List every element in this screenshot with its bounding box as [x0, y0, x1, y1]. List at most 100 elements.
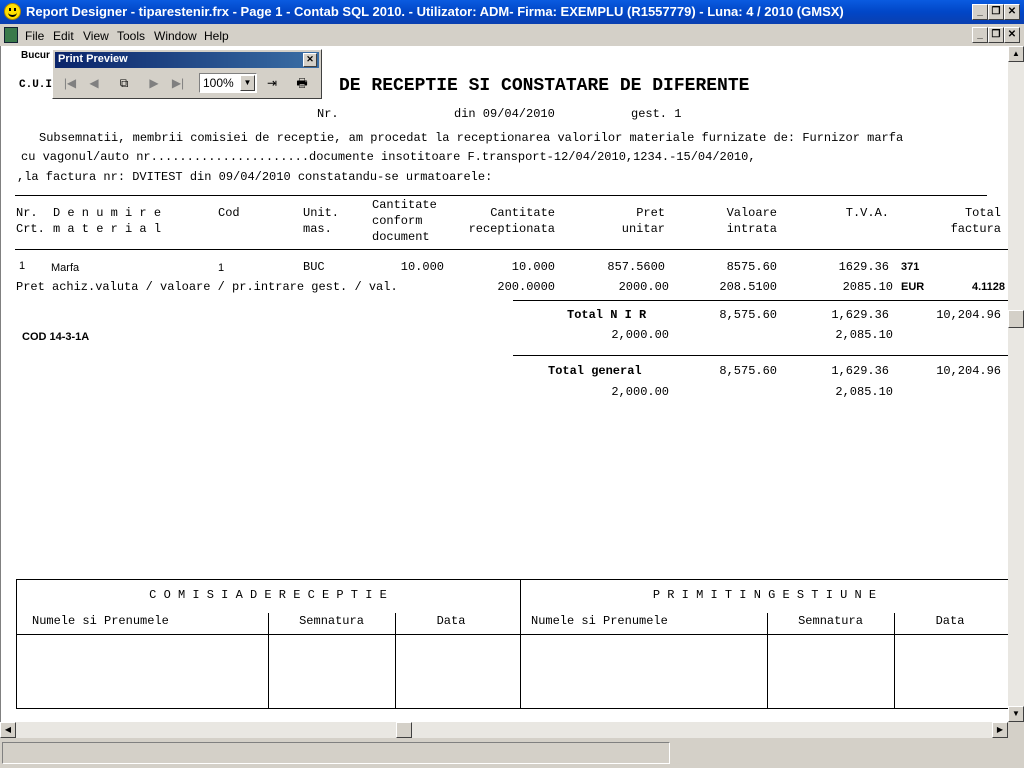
header-crt: Crt. — [16, 222, 45, 236]
total-general-sub1: 2,000.00 — [611, 385, 669, 399]
right-name-col: Numele si Prenumele — [531, 614, 668, 628]
status-panel — [2, 742, 670, 764]
total-nir-label: Total N I R — [567, 308, 647, 322]
total-nir-total: 10,204.96 — [936, 308, 1001, 322]
print-preview-toolbar: Print Preview ✕ |◀ ◀ ⧉ ▶ ▶| 100% ▼ ⇥ 🖶 — [52, 49, 322, 99]
doc-close-button[interactable]: ✕ — [1004, 27, 1020, 43]
menu-view[interactable]: View — [83, 29, 109, 43]
row2-rate: 4.1128 — [971, 281, 1005, 293]
exit-preview-icon[interactable]: ⇥ — [261, 72, 283, 94]
minimize-button[interactable]: _ — [972, 4, 988, 20]
row-cod: 1 — [218, 262, 225, 274]
header-cant-conform-3: document — [372, 230, 430, 244]
scroll-right-arrow-icon[interactable]: ▶ — [992, 722, 1008, 738]
header-intrata: intrata — [726, 222, 777, 236]
commission-title: C O M I S I A D E R E C E P T I E — [149, 588, 387, 602]
scroll-up-arrow-icon[interactable]: ▲ — [1008, 46, 1024, 62]
company-name: Bucur — [21, 50, 50, 61]
left-name-col: Numele si Prenumele — [32, 614, 169, 628]
paragraph-1: Subsemnatii, membrii comisiei de recepti… — [39, 131, 904, 145]
footer-table-border — [16, 579, 1009, 580]
menu-tools[interactable]: Tools — [117, 29, 145, 43]
zoom-value: 100% — [203, 76, 234, 90]
row-account: 371 — [901, 261, 920, 273]
header-mas: mas. — [303, 222, 332, 236]
doc-restore-button[interactable]: ❐ — [988, 27, 1004, 43]
report-date: din 09/04/2010 — [454, 107, 555, 121]
divider — [15, 195, 987, 196]
cod-label: COD 14-3-1A — [22, 331, 90, 343]
menu-help[interactable]: Help — [204, 29, 229, 43]
divider — [513, 300, 1009, 301]
app-smiley-icon — [4, 3, 21, 20]
left-date-col: Data — [436, 614, 466, 628]
total-general-total: 10,204.96 — [936, 364, 1001, 378]
horizontal-scroll-thumb[interactable] — [396, 722, 412, 738]
row2-label: Pret achiz.valuta / valoare / pr.intrare… — [16, 280, 398, 294]
footer-table-border — [16, 634, 1009, 635]
scroll-corner — [1008, 722, 1024, 738]
next-page-icon[interactable]: ▶ — [143, 72, 165, 94]
header-denumire: D e n u m i r e — [53, 206, 162, 220]
total-general-label: Total general — [548, 364, 642, 378]
print-preview-title: Print Preview — [58, 53, 128, 65]
total-general-sub2: 2,085.10 — [835, 385, 893, 399]
row-qty-doc: 10.000 — [400, 260, 444, 274]
header-cant-conform-2: conform — [372, 214, 423, 228]
header-cod: Cod — [218, 206, 240, 220]
menu-window[interactable]: Window — [154, 29, 197, 43]
window-titlebar: Report Designer - tiparestenir.frx - Pag… — [0, 0, 1024, 24]
print-preview-titlebar: Print Preview ✕ — [55, 52, 319, 68]
vertical-scrollbar[interactable]: ▲ ▼ — [1008, 46, 1024, 722]
row-nr: 1 — [19, 260, 26, 272]
total-nir-value: 8,575.60 — [719, 308, 777, 322]
restore-button[interactable]: ❐ — [988, 4, 1004, 20]
row-price: 857.5600 — [607, 260, 665, 274]
row-um: BUC — [303, 260, 325, 274]
row-value: 8575.60 — [726, 260, 777, 274]
doc-minimize-button[interactable]: _ — [972, 27, 988, 43]
header-pret: Pret — [636, 206, 665, 220]
last-page-icon[interactable]: ▶| — [167, 72, 189, 94]
paragraph-2: cu vagonul/auto nr......................… — [21, 150, 756, 164]
menu-file[interactable]: File — [25, 29, 44, 43]
report-page: Bucur C.U.I. DE RECEPTIE SI CONSTATARE D… — [0, 46, 1009, 722]
total-nir-sub2: 2,085.10 — [835, 328, 893, 342]
vertical-scroll-thumb[interactable] — [1008, 310, 1024, 328]
scroll-left-arrow-icon[interactable]: ◀ — [0, 722, 16, 738]
zoom-select[interactable]: 100% ▼ — [199, 73, 257, 93]
total-nir-sub1: 2,000.00 — [611, 328, 669, 342]
total-general-value: 8,575.60 — [719, 364, 777, 378]
print-preview-close-icon[interactable]: ✕ — [303, 53, 317, 67]
right-date-col: Data — [935, 614, 965, 628]
left-sign-col: Semnatura — [299, 614, 364, 628]
right-sign-col: Semnatura — [798, 614, 863, 628]
document-icon[interactable] — [4, 27, 18, 43]
zoom-dropdown-arrow-icon[interactable]: ▼ — [240, 75, 255, 91]
previous-page-icon[interactable]: ◀ — [83, 72, 105, 94]
report-title: DE RECEPTIE SI CONSTATARE DE DIFERENTE — [339, 76, 750, 96]
multi-page-icon[interactable]: ⧉ — [113, 72, 135, 94]
row-name: Marfa — [51, 262, 80, 274]
footer-table-border — [16, 708, 1009, 709]
horizontal-scrollbar[interactable]: ◀ ▶ — [0, 722, 1008, 738]
header-cant-conform-1: Cantitate — [372, 198, 437, 212]
row2-v2: 2000.00 — [618, 280, 669, 294]
scroll-down-arrow-icon[interactable]: ▼ — [1008, 706, 1024, 722]
header-valoare: Valoare — [726, 206, 777, 220]
status-bar — [0, 738, 1024, 768]
close-button[interactable]: ✕ — [1004, 4, 1020, 20]
first-page-icon[interactable]: |◀ — [59, 72, 81, 94]
header-total: Total — [964, 206, 1001, 220]
gestiune: gest. 1 — [631, 107, 682, 121]
nr-label: Nr. — [317, 107, 339, 121]
menu-edit[interactable]: Edit — [53, 29, 74, 43]
print-icon[interactable]: 🖶 — [291, 72, 313, 94]
divider — [15, 249, 1009, 250]
window-title: Report Designer - tiparestenir.frx - Pag… — [26, 4, 844, 19]
header-unitar: unitar — [621, 222, 665, 236]
header-cant-rec-1: Cantitate — [490, 206, 555, 220]
header-cant-rec-2: receptionata — [468, 222, 555, 236]
header-material: m a t e r i a l — [53, 222, 162, 236]
row-tva: 1629.36 — [838, 260, 889, 274]
